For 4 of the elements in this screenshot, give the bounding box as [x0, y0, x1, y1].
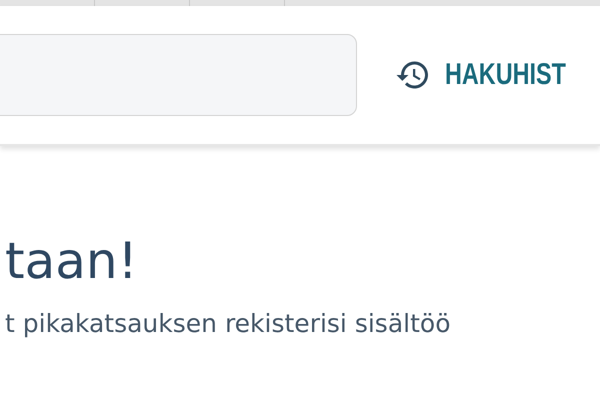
welcome-heading: taan!	[5, 234, 139, 289]
search-history-button[interactable]: HAKUHIST	[395, 57, 600, 93]
search-field[interactable]	[0, 34, 357, 116]
welcome-text: t pikakatsauksen rekisterisi sisältöö	[5, 309, 452, 338]
